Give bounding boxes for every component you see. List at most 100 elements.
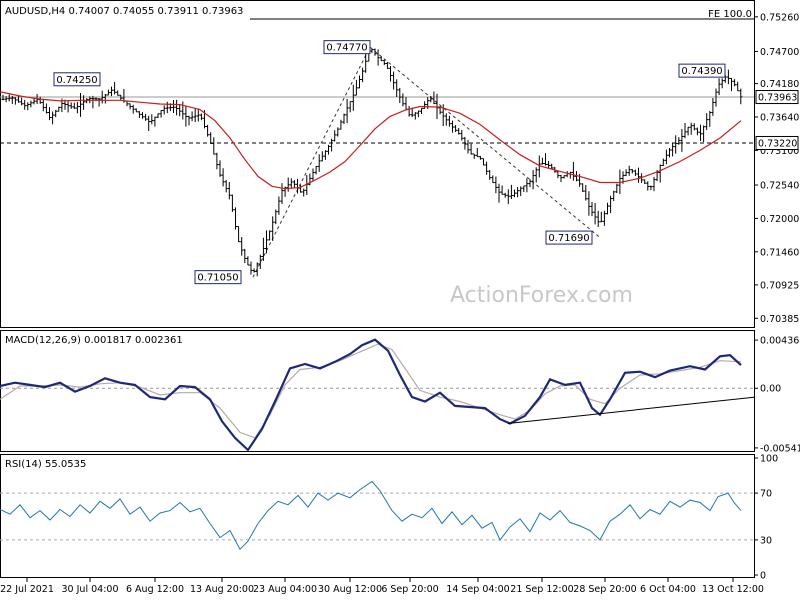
candle <box>695 127 699 136</box>
moving-average-line <box>0 91 742 190</box>
candle <box>261 237 265 261</box>
candle <box>314 165 318 175</box>
candle <box>230 194 234 212</box>
candle <box>392 71 396 90</box>
candle <box>175 99 179 116</box>
candle <box>661 158 665 167</box>
candle <box>624 169 628 177</box>
candle <box>516 187 520 198</box>
candle <box>590 201 594 217</box>
candle <box>1 94 5 101</box>
candle <box>699 124 702 142</box>
candle <box>643 179 647 185</box>
candle <box>584 185 588 201</box>
candle <box>509 184 513 200</box>
price-panel-title: AUDUSD,H4 0.74007 0.74055 0.73911 0.7396… <box>5 6 243 17</box>
candle <box>196 108 200 122</box>
candle <box>345 98 349 124</box>
candle <box>562 175 566 179</box>
candle <box>686 126 690 136</box>
candle <box>680 128 684 152</box>
candle <box>255 262 259 277</box>
candle <box>730 77 733 92</box>
candle <box>268 230 272 241</box>
candle <box>522 185 526 192</box>
candle <box>159 109 163 118</box>
price-axis-label: 0.73640 <box>760 113 799 124</box>
candle <box>565 171 569 178</box>
candle <box>199 113 203 121</box>
candle <box>48 107 51 121</box>
macd-signal-line <box>0 343 742 439</box>
candle <box>302 188 306 197</box>
candle <box>162 105 166 115</box>
candle <box>237 226 241 243</box>
price-panel-frame <box>0 0 755 328</box>
candle <box>91 95 95 109</box>
time-axis-label: 13 Oct 12:00 <box>702 584 764 595</box>
candle <box>637 167 640 183</box>
candle <box>172 99 175 114</box>
candle <box>361 67 365 83</box>
candle <box>13 97 17 105</box>
candle <box>227 182 231 200</box>
candle <box>671 143 675 157</box>
candle <box>525 178 529 193</box>
candle <box>190 111 194 122</box>
candle <box>606 202 609 215</box>
candle <box>494 176 498 194</box>
candle <box>444 113 448 126</box>
price-axis-label: 0.74700 <box>760 47 799 58</box>
price-axis-label: 0.70385 <box>760 314 799 325</box>
candle <box>110 86 113 97</box>
candle <box>69 102 73 109</box>
candle <box>612 190 616 202</box>
price-axis-marker: 0.73220 <box>758 138 797 149</box>
rsi-line <box>0 480 742 551</box>
price-axis-label: 0.71460 <box>760 247 799 258</box>
candle <box>376 49 380 66</box>
candle <box>354 79 358 96</box>
candle <box>649 185 653 191</box>
candle <box>26 102 30 111</box>
candle <box>320 151 324 162</box>
candle <box>491 175 495 184</box>
candle <box>664 149 668 165</box>
candle <box>503 192 507 198</box>
candle <box>652 176 656 192</box>
candle <box>193 108 197 123</box>
price-level-label-text: 0.71690 <box>548 233 589 244</box>
candle <box>221 168 225 187</box>
candle <box>668 148 671 158</box>
time-axis-label: 28 Sep 20:00 <box>573 584 636 595</box>
candle <box>97 98 101 107</box>
candle <box>571 161 575 181</box>
candle <box>75 101 79 114</box>
candle <box>401 93 405 107</box>
price-axis-label: 0.72540 <box>760 181 799 192</box>
candle <box>38 96 42 104</box>
candle <box>280 183 284 205</box>
candle <box>224 179 228 193</box>
price-level-label-text: 0.74390 <box>681 66 722 77</box>
candle <box>714 88 718 107</box>
rsi-axis-label: 70 <box>760 489 772 500</box>
candle <box>389 66 392 82</box>
time-axis: 22 Jul 2021 30 Jul 04:00 6 Aug 12:00 13 Aug… <box>0 578 764 595</box>
candle <box>165 101 169 114</box>
candle <box>568 171 572 179</box>
candle <box>599 211 603 223</box>
candle <box>249 261 253 275</box>
candle <box>708 110 712 127</box>
candle <box>271 216 275 241</box>
candle <box>184 105 188 127</box>
macd-panel-title: MACD(12,26,9) 0.001817 0.002361 <box>5 335 183 346</box>
candle <box>482 158 485 166</box>
time-axis-label: 22 Jul 2021 <box>0 584 54 595</box>
candle <box>144 113 148 121</box>
candle <box>674 135 678 154</box>
candle <box>451 120 454 133</box>
candle <box>137 111 141 119</box>
candle <box>134 108 138 113</box>
candle <box>150 114 154 125</box>
